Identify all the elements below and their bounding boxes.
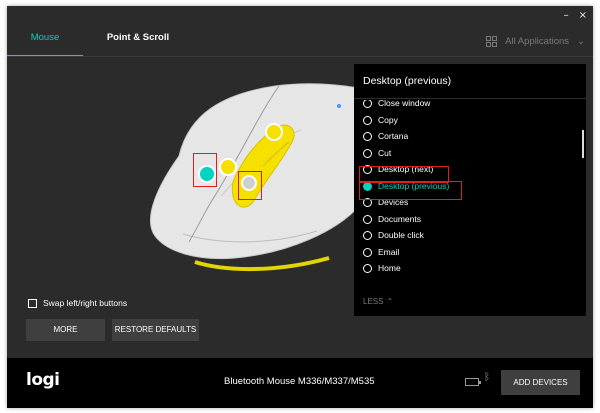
mouse-illustration bbox=[150, 83, 360, 272]
logi-logo: logi bbox=[26, 370, 60, 390]
dropdown-item-label: Documents bbox=[378, 214, 421, 224]
radio-icon bbox=[363, 263, 372, 273]
dropdown-item-label: Home bbox=[378, 263, 401, 273]
dropdown-item[interactable]: Home bbox=[363, 260, 401, 276]
tab-point-scroll[interactable]: Point & Scroll bbox=[103, 30, 173, 57]
highlight-box bbox=[193, 153, 217, 187]
dropdown-item[interactable]: Documents bbox=[363, 211, 421, 227]
dropdown-item[interactable]: Cut bbox=[363, 145, 391, 161]
app-selector-label: All Applications bbox=[505, 36, 570, 47]
chevron-up-icon: ⌃ bbox=[386, 297, 394, 306]
swap-label: Swap left/right buttons bbox=[43, 298, 128, 308]
less-button[interactable]: LESS ⌃ bbox=[363, 297, 393, 306]
grid-icon bbox=[486, 36, 498, 47]
less-label: LESS bbox=[363, 297, 384, 306]
radio-icon bbox=[363, 214, 372, 224]
app-selector[interactable]: All Applications ⌄ bbox=[486, 36, 585, 47]
hotspot-middle-button[interactable] bbox=[265, 123, 283, 141]
dropdown-item-label: Cortana bbox=[378, 131, 409, 141]
dropdown-item[interactable]: Close window bbox=[363, 100, 430, 111]
dropdown-item[interactable]: Double click bbox=[363, 227, 424, 243]
dropdown-item-label: Double click bbox=[378, 230, 424, 240]
add-devices-button[interactable]: ADD DEVICES bbox=[501, 370, 580, 395]
more-button[interactable]: MORE bbox=[26, 319, 105, 341]
dropdown-item[interactable]: Copy bbox=[363, 112, 398, 128]
highlight-box bbox=[238, 171, 262, 200]
close-button[interactable]: × bbox=[579, 10, 587, 21]
dropdown-item-label: Email bbox=[378, 247, 400, 257]
highlight-box bbox=[359, 181, 462, 200]
device-name: Bluetooth Mouse M336/M337/M535 bbox=[224, 376, 375, 387]
dropdown-item-label: Copy bbox=[378, 115, 398, 125]
battery-icon bbox=[465, 378, 481, 386]
tab-mouse[interactable]: Mouse bbox=[7, 30, 83, 57]
dropdown-item[interactable]: Cortana bbox=[363, 128, 408, 144]
swap-checkbox[interactable] bbox=[28, 298, 37, 308]
chevron-down-icon: ⌄ bbox=[577, 36, 585, 47]
radio-icon bbox=[363, 148, 372, 158]
swap-buttons-option[interactable]: Swap left/right buttons bbox=[28, 298, 127, 308]
radio-icon bbox=[363, 230, 372, 240]
radio-icon bbox=[363, 131, 372, 141]
dropdown-title: Desktop (previous) bbox=[354, 64, 586, 99]
hotspot-back-button[interactable] bbox=[219, 158, 237, 176]
radio-icon bbox=[363, 247, 372, 257]
dropdown-item[interactable]: Email bbox=[363, 244, 399, 260]
dropdown-item-label: Cut bbox=[378, 148, 392, 158]
radio-icon bbox=[363, 115, 372, 125]
radio-icon bbox=[363, 100, 372, 108]
tab-divider bbox=[7, 56, 593, 57]
minimize-button[interactable]: – bbox=[564, 10, 569, 21]
restore-defaults-button[interactable]: RESTORE DEFAULTS bbox=[112, 319, 199, 341]
window-controls: – × bbox=[564, 10, 587, 21]
dropdown-scrollbar[interactable] bbox=[582, 130, 584, 158]
logi-options-window: – × Mouse Point & Scroll All Application… bbox=[7, 6, 593, 408]
bluetooth-icon: ᛒ bbox=[484, 372, 490, 383]
dropdown-item-label: Close window bbox=[378, 100, 431, 108]
footer-bar: logi Bluetooth Mouse M336/M337/M535 ᛒ AD… bbox=[7, 358, 593, 408]
